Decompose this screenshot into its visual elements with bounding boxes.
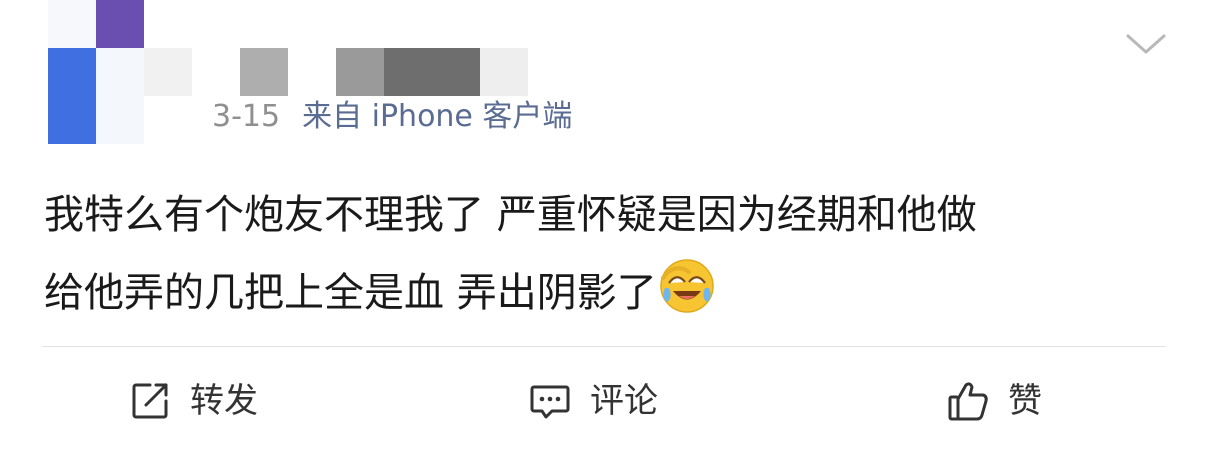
post-meta: 3-15 来自 iPhone 客户端 [212, 97, 572, 137]
comment-label: 评论 [590, 380, 658, 421]
like-label: 赞 [1008, 380, 1042, 421]
like-button[interactable]: 赞 [946, 352, 1042, 449]
avatar-pixel [48, 0, 96, 48]
repost-button[interactable]: 转发 [128, 352, 258, 449]
avatar-pixel [48, 48, 96, 144]
post-content-line-text: 给他弄的几把上全是血 弄出阴影了 [44, 270, 657, 316]
post-content: 我特么有个炮友不理我了 严重怀疑是因为经期和他做 给他弄的几把上全是血 弄出阴影… [44, 176, 1174, 332]
comment-icon [528, 379, 572, 423]
username-pixel [336, 48, 384, 96]
weibo-post: 3-15 来自 iPhone 客户端 我特么有个炮友不理我了 严重怀疑是因为经期和… [0, 0, 1206, 449]
post-content-line: 我特么有个炮友不理我了 严重怀疑是因为经期和他做 [44, 192, 977, 238]
action-bar: 转发 评论 赞 [0, 352, 1206, 449]
thumbs-up-icon [946, 379, 990, 423]
post-content-line-2: 给他弄的几把上全是血 弄出阴影了 [44, 254, 1174, 332]
post-date: 3-15 [212, 99, 281, 134]
avatar-pixel [96, 48, 144, 144]
post-source: 来自 iPhone 客户端 [302, 99, 573, 134]
username-pixel [240, 48, 288, 96]
username-censored[interactable] [144, 48, 528, 96]
username-pixel [144, 48, 192, 96]
avatar-pixel [96, 0, 144, 48]
divider [42, 346, 1166, 347]
username-pixel [480, 48, 528, 96]
repost-icon [128, 379, 172, 423]
username-pixel [384, 48, 480, 96]
chevron-down-icon[interactable] [1124, 28, 1168, 58]
comment-button[interactable]: 评论 [528, 352, 658, 449]
laughing-crying-emoji-icon [659, 258, 715, 314]
repost-label: 转发 [190, 380, 258, 421]
avatar[interactable] [48, 0, 144, 144]
